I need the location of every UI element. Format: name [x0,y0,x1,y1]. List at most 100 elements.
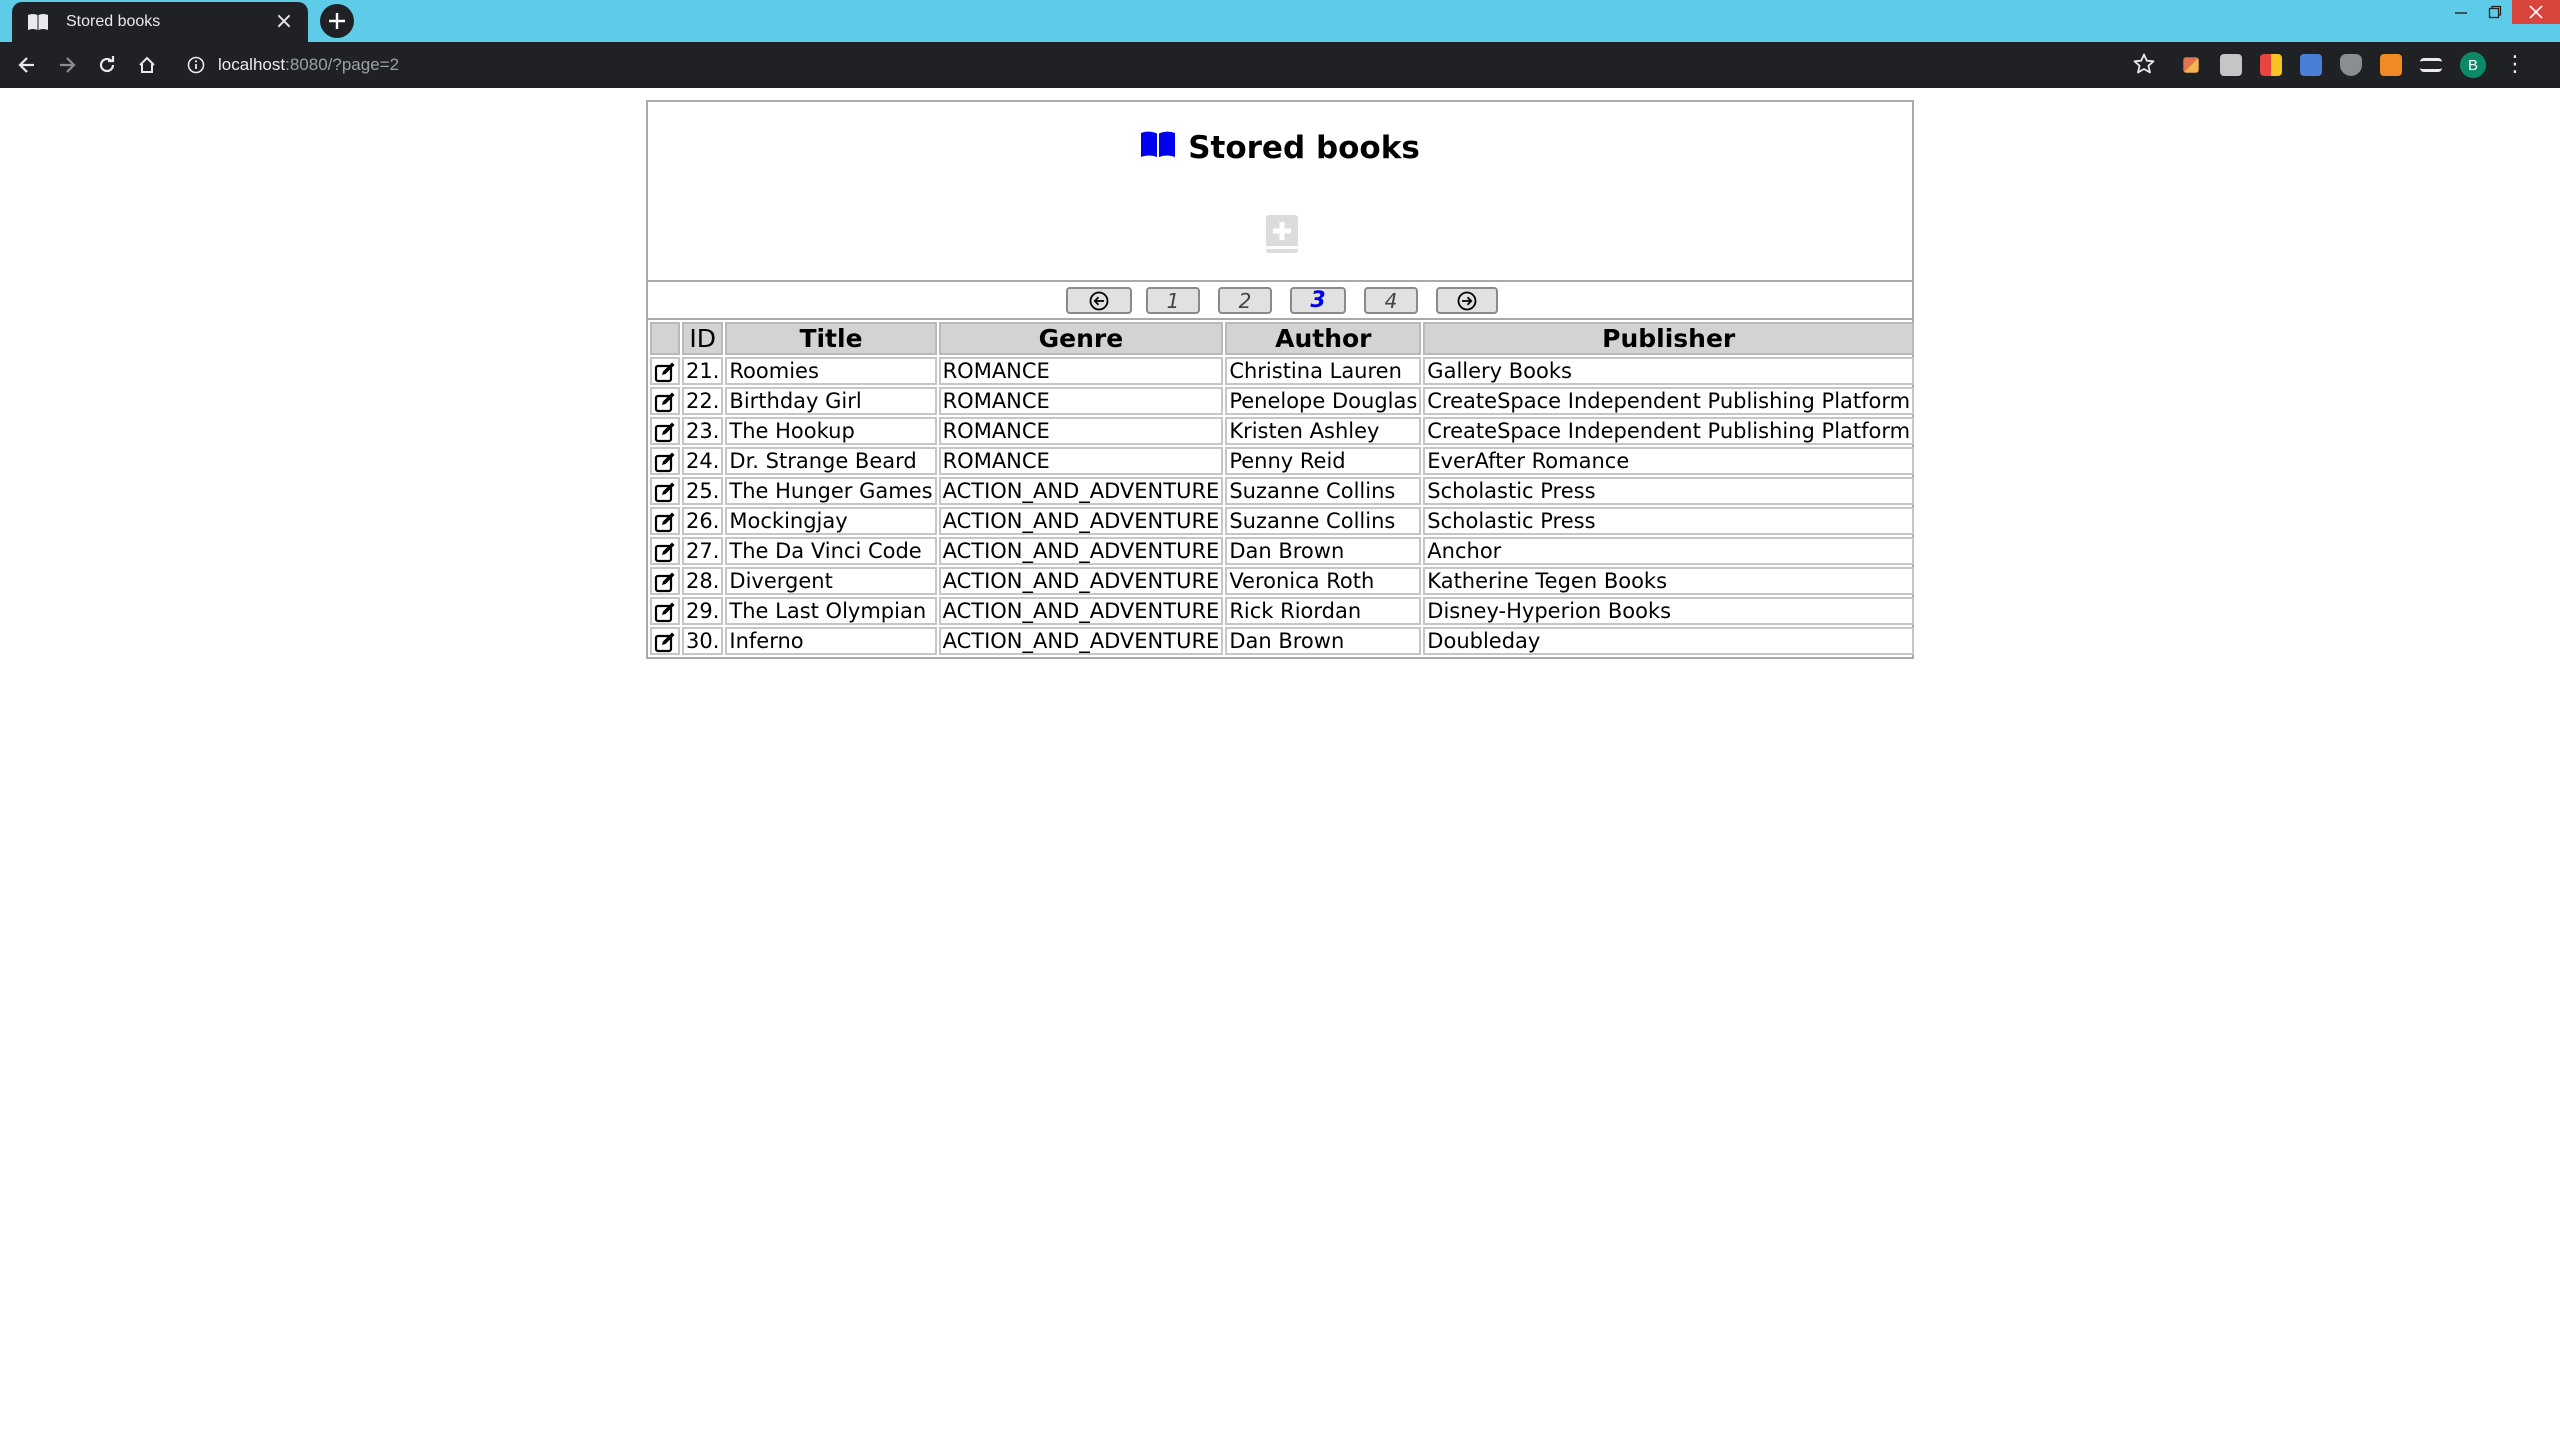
playlist-icon[interactable] [2420,58,2442,72]
tab-close-icon[interactable]: × [272,10,296,34]
home-icon [139,56,155,73]
edit-button[interactable] [650,627,680,655]
cell-genre: ROMANCE [938,447,1224,475]
cell-id: 21. [682,357,724,385]
reload-icon [99,56,115,73]
address-bar[interactable]: localhost:8080/?page=2 [176,48,2136,82]
book-favicon-icon [26,12,50,32]
cell-title: Divergent [725,567,937,595]
edit-icon [654,512,675,533]
book-plus-icon [1266,215,1298,253]
cell-genre: ROMANCE [938,417,1224,445]
extension-icon[interactable] [2260,54,2282,76]
page-button-2[interactable]: 2 [1218,287,1272,314]
cell-author: Suzanne Collins [1225,477,1422,505]
home-button[interactable] [132,50,162,80]
browser-toolbar: localhost:8080/?page=2 B ⋮ [0,42,2560,88]
arrow-left-circle-icon [1089,291,1109,310]
cell-publisher: Disney-Hyperion Books [1423,597,1915,625]
cell-genre: ACTION_AND_ADVENTURE [938,507,1224,535]
edit-icon [654,452,675,473]
cell-author: Penelope Douglas [1225,387,1422,415]
shield-icon[interactable] [2340,54,2362,76]
extension-icon[interactable] [2380,54,2402,76]
cell-title: The Hunger Games [725,477,937,505]
plus-icon [329,13,345,29]
edit-button[interactable] [650,387,680,415]
edit-icon [654,542,675,563]
table-row: 27. The Da Vinci Code ACTION_AND_ADVENTURE… [650,537,1915,565]
translate-icon[interactable] [2300,54,2322,76]
minimize-button[interactable] [2444,0,2478,24]
bookmark-star-icon[interactable] [2132,52,2158,78]
reload-button[interactable] [92,50,122,80]
cell-genre: ACTION_AND_ADVENTURE [938,567,1224,595]
arrow-left-icon [18,57,34,73]
page-button-4[interactable]: 4 [1364,287,1418,314]
edit-button[interactable] [650,447,680,475]
cell-publisher: Katherine Tegen Books [1423,567,1915,595]
edit-icon [654,362,675,383]
forward-button[interactable] [52,50,82,80]
cell-id: 26. [682,507,724,535]
edit-column-header [650,322,680,355]
add-book-button[interactable] [1264,214,1300,254]
restore-button[interactable] [2478,0,2512,24]
edit-icon [654,422,675,443]
cell-genre: ROMANCE [938,387,1224,415]
edit-button[interactable] [650,477,680,505]
books-panel: Stored books 1 2 3 4 ID Title Genre Auth… [646,100,1915,659]
page-header: Stored books [648,102,1912,282]
table-row: 28. Divergent ACTION_AND_ADVENTURE Veronica… [650,567,1915,595]
cell-author: Kristen Ashley [1225,417,1422,445]
cell-author: Dan Brown [1225,627,1422,655]
url-text: localhost:8080/?page=2 [218,55,400,74]
browser-tab[interactable]: Stored books × [12,2,308,42]
edit-button[interactable] [650,537,680,565]
tab-title: Stored books [66,13,161,30]
more-menu-icon[interactable]: ⋮ [2504,54,2526,76]
table-row: 22. Birthday Girl ROMANCE Penelope Douglas C… [650,387,1915,415]
id-column-header: ID [682,322,724,355]
cell-id: 29. [682,597,724,625]
table-row: 25. The Hunger Games ACTION_AND_ADVENTURE S… [650,477,1915,505]
next-page-button[interactable] [1436,287,1498,314]
cell-publisher: Scholastic Press [1423,477,1915,505]
back-button[interactable] [12,50,42,80]
page-button-1[interactable]: 1 [1146,287,1200,314]
new-tab-button[interactable] [320,4,354,38]
pagination: 1 2 3 4 [648,282,1912,320]
cell-title: Inferno [725,627,937,655]
edit-button[interactable] [650,507,680,535]
cell-author: Suzanne Collins [1225,507,1422,535]
cell-id: 25. [682,477,724,505]
cell-id: 22. [682,387,724,415]
author-column-header: Author [1225,322,1422,355]
cell-title: Mockingjay [725,507,937,535]
cell-publisher: Gallery Books [1423,357,1915,385]
prev-page-button[interactable] [1066,287,1132,314]
publisher-column-header: Publisher [1423,322,1915,355]
cell-genre: ACTION_AND_ADVENTURE [938,627,1224,655]
window-controls [2444,0,2560,30]
arrow-right-icon [60,57,76,73]
extension-icon[interactable] [2183,57,2199,73]
cell-publisher: CreateSpace Independent Publishing Platf… [1423,387,1915,415]
cell-id: 24. [682,447,724,475]
edit-button[interactable] [650,597,680,625]
extension-icon[interactable] [2220,54,2242,76]
info-icon[interactable] [186,55,206,75]
edit-button[interactable] [650,567,680,595]
cell-publisher: CreateSpace Independent Publishing Platf… [1423,417,1915,445]
cell-author: Penny Reid [1225,447,1422,475]
close-window-button[interactable] [2512,0,2560,24]
edit-icon [654,632,675,653]
edit-button[interactable] [650,357,680,385]
page-button-3-current[interactable]: 3 [1290,287,1346,314]
cell-title: The Last Olympian [725,597,937,625]
profile-avatar[interactable]: B [2460,52,2486,78]
edit-icon [654,392,675,413]
table-row: 26. Mockingjay ACTION_AND_ADVENTURE Suzanne… [650,507,1915,535]
cell-publisher: EverAfter Romance [1423,447,1915,475]
edit-button[interactable] [650,417,680,445]
